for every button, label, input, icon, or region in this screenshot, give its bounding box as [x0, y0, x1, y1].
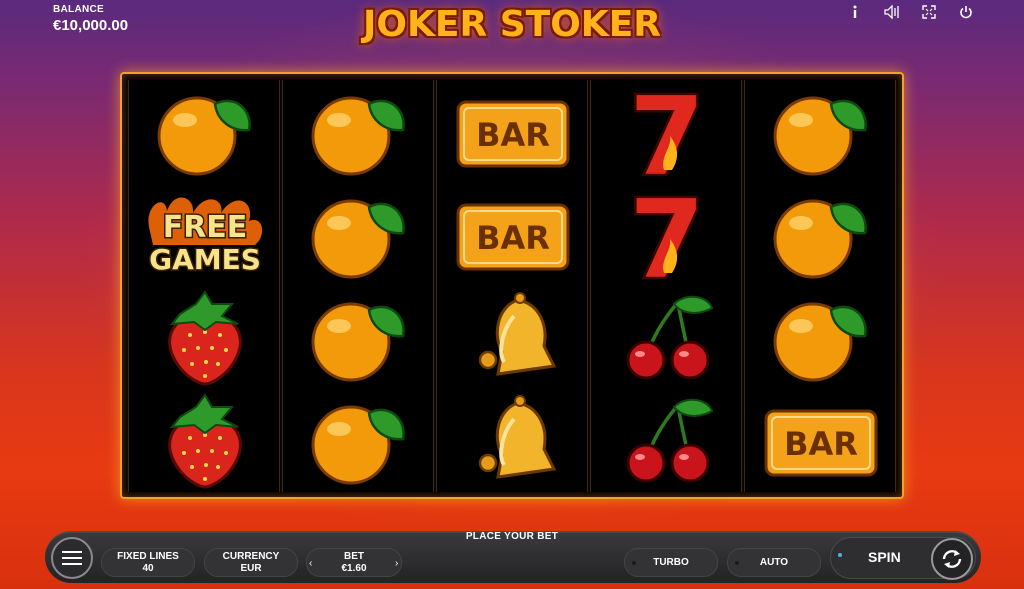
- symbol-strawberry: [129, 286, 281, 389]
- turbo-indicator: [632, 561, 636, 565]
- bet-decrease-button[interactable]: ‹: [309, 558, 312, 569]
- currency-label: CURRENCY: [222, 550, 280, 562]
- reel-2: [282, 80, 434, 492]
- symbol-cherry: [591, 286, 743, 389]
- fullscreen-icon[interactable]: [910, 3, 947, 21]
- auto-button[interactable]: AUTO: [727, 548, 821, 577]
- spin-circle-button[interactable]: [931, 538, 973, 580]
- turbo-label: TURBO: [653, 556, 689, 568]
- symbol-orange: [745, 80, 897, 183]
- symbol-free-games: FREE GAMES: [129, 183, 281, 286]
- symbol-cherry: [591, 389, 743, 492]
- top-toolbar: [836, 3, 984, 21]
- symbol-bar: BAR: [437, 183, 589, 286]
- symbol-orange: [283, 389, 435, 492]
- turbo-button[interactable]: TURBO: [624, 548, 718, 577]
- bar-text: BAR: [476, 116, 550, 154]
- symbol-orange: [283, 286, 435, 389]
- bet-increase-button[interactable]: ›: [395, 558, 398, 569]
- currency-display: CURRENCY EUR: [204, 548, 298, 577]
- reel-frame: FREE GAMES BAR BAR 7 7 BAR: [120, 72, 904, 499]
- spin-label[interactable]: SPIN: [868, 549, 901, 565]
- reel-1: FREE GAMES: [128, 80, 280, 492]
- balance-panel: BALANCE €10,000.00: [53, 4, 128, 34]
- symbol-orange: [745, 286, 897, 389]
- symbol-seven: 7: [591, 80, 743, 183]
- reel-5: BAR: [744, 80, 896, 492]
- symbol-orange: [745, 183, 897, 286]
- menu-button[interactable]: [51, 537, 93, 579]
- auto-indicator: [735, 561, 739, 565]
- game-title-logo: JOKER STOKER: [362, 4, 662, 45]
- bet-label: BET: [344, 550, 364, 562]
- free-games-line-2: GAMES: [149, 243, 261, 276]
- bet-value: €1.60: [341, 562, 367, 574]
- balance-label: BALANCE: [53, 4, 104, 15]
- symbol-strawberry: [129, 389, 281, 492]
- bar-text: BAR: [476, 219, 550, 257]
- symbol-orange: [129, 80, 281, 183]
- auto-label: AUTO: [759, 556, 789, 568]
- symbol-bar: BAR: [745, 389, 897, 492]
- fixed-lines-value: 40: [142, 562, 154, 574]
- power-icon[interactable]: [947, 3, 984, 21]
- symbol-bell: [437, 389, 589, 492]
- balance-value: €10,000.00: [53, 17, 129, 34]
- sound-icon[interactable]: [873, 3, 910, 21]
- refresh-icon: [942, 550, 962, 568]
- info-icon[interactable]: [836, 3, 873, 21]
- symbol-bar: BAR: [437, 80, 589, 183]
- free-games-line-1: FREE: [163, 210, 248, 245]
- symbol-bell: [437, 286, 589, 389]
- hamburger-icon: [62, 551, 82, 565]
- bet-selector: BET €1.60: [306, 548, 402, 577]
- symbol-seven: 7: [591, 183, 743, 286]
- spin-indicator: [838, 553, 842, 557]
- fixed-lines-label: FIXED LINES: [117, 550, 179, 562]
- fixed-lines-display: FIXED LINES 40: [101, 548, 195, 577]
- reel-4: 7 7: [590, 80, 742, 492]
- symbol-orange: [283, 183, 435, 286]
- reel-3: BAR BAR: [436, 80, 588, 492]
- bar-text: BAR: [784, 425, 858, 463]
- currency-value: EUR: [240, 562, 262, 574]
- symbol-orange: [283, 80, 435, 183]
